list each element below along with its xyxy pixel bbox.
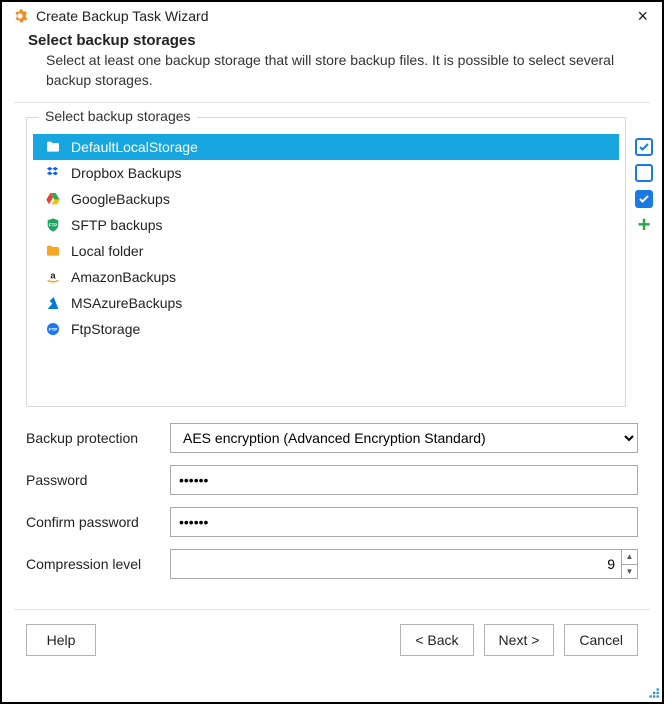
help-button[interactable]: Help: [26, 624, 96, 656]
storage-section: Select backup storages DefaultLocalStora…: [2, 117, 662, 407]
list-item-label: Dropbox Backups: [71, 165, 182, 181]
titlebar: Create Backup Task Wizard ×: [2, 2, 662, 30]
dropbox-icon: [45, 165, 61, 181]
list-item[interactable]: FTP FtpStorage: [33, 316, 619, 342]
checkbox-empty-icon: [635, 164, 653, 182]
compression-stepper[interactable]: ▲ ▼: [170, 549, 638, 579]
azure-icon: [45, 295, 61, 311]
gear-icon: [12, 8, 28, 24]
uncheck-all-button[interactable]: [634, 163, 654, 183]
backup-protection-select[interactable]: AES encryption (Advanced Encryption Stan…: [170, 423, 638, 453]
checkbox-checked-icon: [635, 138, 653, 156]
toggle-check-button[interactable]: [634, 189, 654, 209]
page-title: Select backup storages: [28, 32, 636, 49]
check-all-button[interactable]: [634, 137, 654, 157]
svg-text:FTP: FTP: [49, 327, 58, 332]
storage-list: DefaultLocalStorage Dropbox Backups Google…: [33, 134, 619, 342]
next-button[interactable]: Next >: [484, 624, 555, 656]
backup-protection-label: Backup protection: [26, 430, 160, 446]
wizard-footer: Help < Back Next > Cancel: [2, 624, 662, 670]
divider: [14, 609, 650, 610]
window-title: Create Backup Task Wizard: [36, 8, 625, 24]
storage-fieldset: Select backup storages DefaultLocalStora…: [26, 117, 626, 407]
spinner-down-icon[interactable]: ▼: [622, 565, 637, 579]
list-item-label: Local folder: [71, 243, 143, 259]
svg-text:FTP: FTP: [49, 223, 58, 228]
compression-label: Compression level: [26, 556, 160, 572]
spinner-up-icon[interactable]: ▲: [622, 550, 637, 565]
confirm-password-field[interactable]: [170, 507, 638, 537]
list-item-label: DefaultLocalStorage: [71, 139, 198, 155]
list-item[interactable]: DefaultLocalStorage: [33, 134, 619, 160]
confirm-password-label: Confirm password: [26, 514, 160, 530]
settings-form: Backup protection AES encryption (Advanc…: [2, 407, 662, 603]
list-item[interactable]: MSAzureBackups: [33, 290, 619, 316]
password-field[interactable]: [170, 465, 638, 495]
folder-yellow-icon: [45, 139, 61, 155]
amazon-icon: a: [45, 269, 61, 285]
folder-yellow-icon: [45, 243, 61, 259]
add-storage-button[interactable]: +: [634, 215, 654, 235]
resize-grip-icon[interactable]: [646, 686, 660, 700]
compression-input[interactable]: [171, 550, 621, 578]
plus-icon: +: [638, 217, 651, 233]
google-drive-icon: [45, 191, 61, 207]
list-item[interactable]: Local folder: [33, 238, 619, 264]
list-item[interactable]: FTP SFTP backups: [33, 212, 619, 238]
list-item-label: AmazonBackups: [71, 269, 176, 285]
list-item[interactable]: Dropbox Backups: [33, 160, 619, 186]
sftp-shield-icon: FTP: [45, 217, 61, 233]
close-icon[interactable]: ×: [633, 9, 652, 23]
side-buttons: +: [634, 117, 654, 235]
spinner-buttons: ▲ ▼: [621, 550, 637, 578]
ftp-icon: FTP: [45, 321, 61, 337]
password-label: Password: [26, 472, 160, 488]
fieldset-legend: Select backup storages: [39, 108, 197, 124]
divider: [14, 102, 650, 103]
list-item[interactable]: a AmazonBackups: [33, 264, 619, 290]
wizard-header: Select backup storages Select at least o…: [2, 30, 662, 102]
list-item-label: FtpStorage: [71, 321, 140, 337]
list-item-label: GoogleBackups: [71, 191, 170, 207]
cancel-button[interactable]: Cancel: [564, 624, 638, 656]
svg-text:a: a: [50, 271, 56, 281]
back-button[interactable]: < Back: [400, 624, 473, 656]
page-subtitle: Select at least one backup storage that …: [28, 51, 636, 90]
list-item-label: MSAzureBackups: [71, 295, 182, 311]
list-item[interactable]: GoogleBackups: [33, 186, 619, 212]
list-item-label: SFTP backups: [71, 217, 163, 233]
checkbox-filled-icon: [635, 190, 653, 208]
